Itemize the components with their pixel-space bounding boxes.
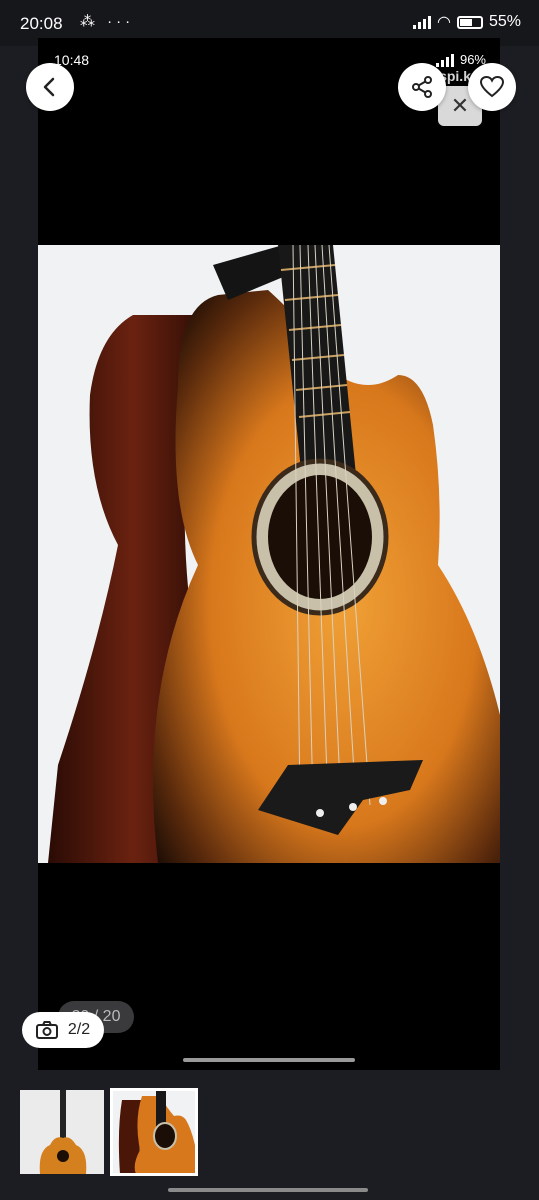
share-button[interactable] xyxy=(398,63,446,111)
screenshot-home-indicator xyxy=(183,1058,355,1062)
heart-icon xyxy=(479,75,505,98)
image-viewer[interactable]: 10:48 96% Kaspi.kz ✕ 20 xyxy=(38,38,500,1070)
guitar-image xyxy=(38,245,500,863)
home-indicator xyxy=(168,1188,368,1192)
status-right: ◠ 55% xyxy=(413,12,521,32)
favorite-button[interactable] xyxy=(468,63,516,111)
product-photo xyxy=(38,245,500,863)
thumbnail-1[interactable] xyxy=(20,1090,104,1174)
thumbnail-strip xyxy=(0,1070,539,1200)
thumbnail-guitar-image xyxy=(20,1090,104,1174)
back-icon xyxy=(43,77,55,97)
share-icon xyxy=(412,76,432,98)
back-button[interactable] xyxy=(26,63,74,111)
screenshot-signal-icon xyxy=(435,53,454,67)
thumbnail-2[interactable] xyxy=(110,1088,198,1176)
wifi-icon: ◠ xyxy=(437,14,451,31)
signal-icon xyxy=(413,15,431,29)
thumbnail-guitar-closeup-image xyxy=(112,1090,196,1174)
photo-counter-text: 2/2 xyxy=(67,1021,91,1038)
status-time: 20:08 xyxy=(20,14,63,33)
battery-icon xyxy=(456,15,483,29)
battery-level: 55% xyxy=(488,13,521,30)
notification-icons: ⁂ ··· xyxy=(80,13,135,30)
photo-counter: 2/2 xyxy=(22,1012,104,1048)
screenshot-status-right: 96% xyxy=(435,52,486,67)
camera-icon xyxy=(35,1021,58,1039)
